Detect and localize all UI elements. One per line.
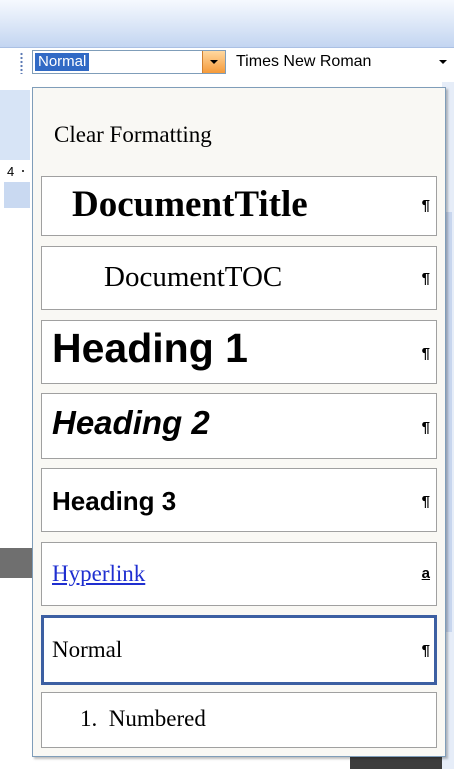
style-item-numbered[interactable]: 1. Numbered <box>41 692 437 748</box>
font-dropdown-button[interactable] <box>432 50 454 74</box>
style-item-label: DocumentTitle <box>72 184 308 225</box>
font-combo-value[interactable]: Times New Roman <box>236 53 371 71</box>
ruler-margin <box>4 182 30 208</box>
paragraph-mark-icon: ¶ <box>421 345 430 362</box>
style-item-label: Hyperlink <box>52 561 146 586</box>
character-style-icon: a <box>421 565 430 582</box>
style-item-label: DocumentTOC <box>104 261 283 293</box>
style-item-hyperlink[interactable]: Hyperlink a <box>41 542 437 606</box>
style-item-label: Normal <box>52 637 123 662</box>
ruler-tick <box>22 170 24 172</box>
style-combo-value[interactable]: Normal <box>35 53 90 71</box>
style-item-label: Heading 2 <box>52 404 210 441</box>
paragraph-mark-icon: ¶ <box>421 419 430 436</box>
ruler-fragment <box>0 90 30 160</box>
paragraph-mark-icon: ¶ <box>421 197 430 214</box>
paragraph-mark-icon: ¶ <box>421 642 430 659</box>
font-combo-box[interactable]: Times New Roman <box>232 50 442 74</box>
style-item-heading-2[interactable]: Heading 2 ¶ <box>41 393 437 459</box>
chevron-down-icon <box>439 60 447 64</box>
ruler-number: 4 <box>7 164 15 179</box>
toolbar-grip[interactable] <box>20 52 23 74</box>
style-item-heading-1[interactable]: Heading 1 ¶ <box>41 320 437 384</box>
toolbar <box>0 0 454 48</box>
paragraph-mark-icon: ¶ <box>421 270 430 287</box>
chevron-down-icon <box>210 60 218 64</box>
styles-dropdown-menu: Clear Formatting DocumentTitle ¶ Documen… <box>32 87 446 757</box>
document-fragment <box>0 548 34 578</box>
style-item-label: Heading 3 <box>52 486 177 516</box>
style-item-normal[interactable]: Normal ¶ <box>41 615 437 685</box>
style-item-documenttoc[interactable]: DocumentTOC ¶ <box>41 246 437 310</box>
style-combo-box[interactable]: Normal <box>32 50 226 74</box>
paragraph-mark-icon: ¶ <box>421 493 430 510</box>
style-item-heading-3[interactable]: Heading 3 ¶ <box>41 468 437 532</box>
style-item-documenttitle[interactable]: DocumentTitle ¶ <box>41 176 437 236</box>
style-item-label: Heading 1 <box>52 325 248 371</box>
style-dropdown-button[interactable] <box>202 51 225 73</box>
style-item-label: 1. Numbered <box>80 706 206 731</box>
clear-formatting-item[interactable]: Clear Formatting <box>54 122 212 148</box>
